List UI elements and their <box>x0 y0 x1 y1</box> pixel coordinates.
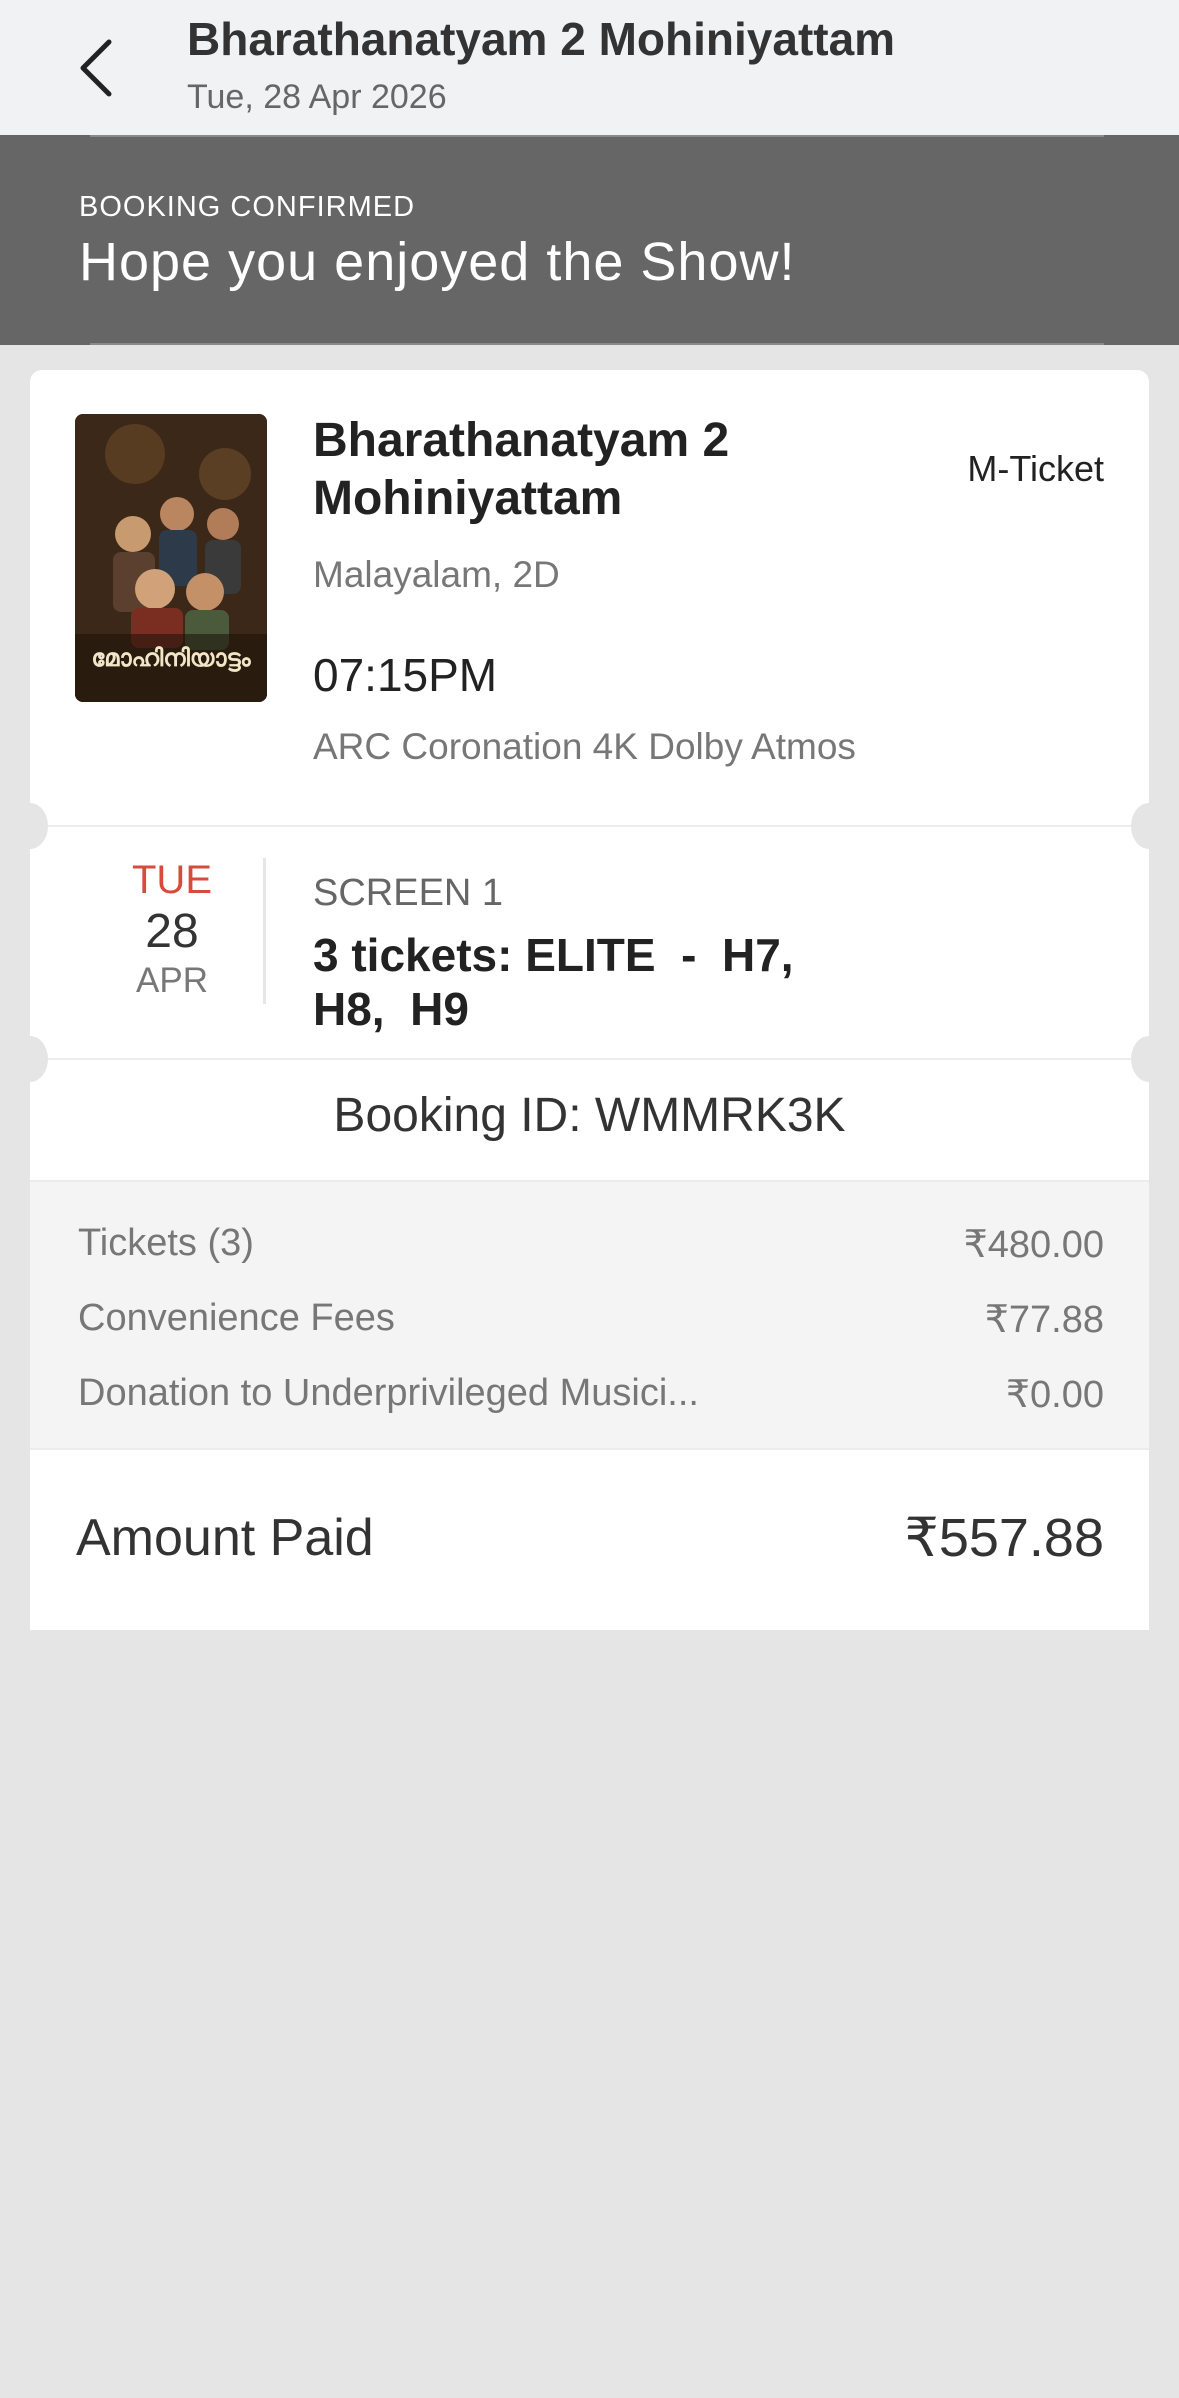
fee-label: Tickets (3) <box>78 1222 254 1264</box>
seat-details: 3 tickets: ELITE - H7, H8, H9 <box>313 929 794 1035</box>
banner-message: Hope you enjoyed the Show! <box>79 232 796 292</box>
chevron-left-icon <box>80 39 112 97</box>
screen-label: SCREEN 1 <box>313 872 504 914</box>
amount-paid-label: Amount Paid <box>76 1509 374 1567</box>
fee-row: Tickets (3) ₹480.00 <box>78 1222 1104 1272</box>
page-subtitle: Tue, 28 Apr 2026 <box>187 78 447 116</box>
movie-title: Bharathanatyam 2 Mohiniyattam <box>313 414 730 525</box>
top-bar: Bharathanatyam 2 Mohiniyattam Tue, 28 Ap… <box>0 0 1179 135</box>
show-day-of-week: TUE <box>132 858 212 902</box>
poster-art: മോഹിനിയാട്ടം <box>75 414 267 702</box>
poster-title-text: മോഹിനിയാട്ടം <box>91 644 251 672</box>
cinema-name: ARC Coronation 4K Dolby Atmos <box>313 726 856 767</box>
ticket-notch-left <box>12 803 48 849</box>
divider <box>30 825 1149 827</box>
banner-bottom-line <box>90 343 1104 345</box>
fee-row[interactable]: Donation to Underprivileged Musici... ₹0… <box>78 1372 1104 1422</box>
confirmation-banner: BOOKING CONFIRMED Hope you enjoyed the S… <box>0 135 1179 345</box>
back-button[interactable] <box>70 36 120 100</box>
fee-label: Donation to Underprivileged Musici... <box>78 1372 699 1414</box>
language-format: Malayalam, 2D <box>313 554 560 595</box>
fee-value: ₹77.88 <box>984 1299 1104 1341</box>
date-separator <box>263 858 266 1004</box>
fee-label: Convenience Fees <box>78 1297 395 1339</box>
booking-status: BOOKING CONFIRMED <box>79 191 416 223</box>
show-day: 28 <box>145 905 199 958</box>
movie-poster: മോഹിനിയാട്ടം <box>75 414 267 702</box>
ticket-notch-left <box>12 1036 48 1082</box>
fee-row: Convenience Fees ₹77.88 <box>78 1297 1104 1347</box>
ticket-notch-right <box>1131 803 1167 849</box>
ticket-notch-right <box>1131 1036 1167 1082</box>
ticket-card[interactable]: മോഹിനിയാട്ടം Bharathanatyam 2 Mohiniyatt… <box>12 370 1167 1630</box>
show-date: TUE 28 APR <box>82 856 262 1002</box>
page-title: Bharathanatyam 2 Mohiniyattam <box>187 13 896 65</box>
amount-paid-value: ₹557.88 <box>904 1508 1104 1568</box>
banner-top-line <box>90 135 1104 137</box>
show-month: APR <box>136 961 208 1000</box>
fee-value: ₹0.00 <box>1005 1374 1104 1416</box>
booking-id: Booking ID: WMMRK3K <box>333 1089 846 1142</box>
showtime: 07:15PM <box>313 649 498 701</box>
divider <box>30 1058 1149 1060</box>
fee-value: ₹480.00 <box>963 1224 1104 1266</box>
fee-breakdown: Tickets (3) ₹480.00 Convenience Fees ₹77… <box>30 1182 1149 1448</box>
divider <box>30 1448 1149 1450</box>
ticket-type-label: M-Ticket <box>967 448 1104 489</box>
